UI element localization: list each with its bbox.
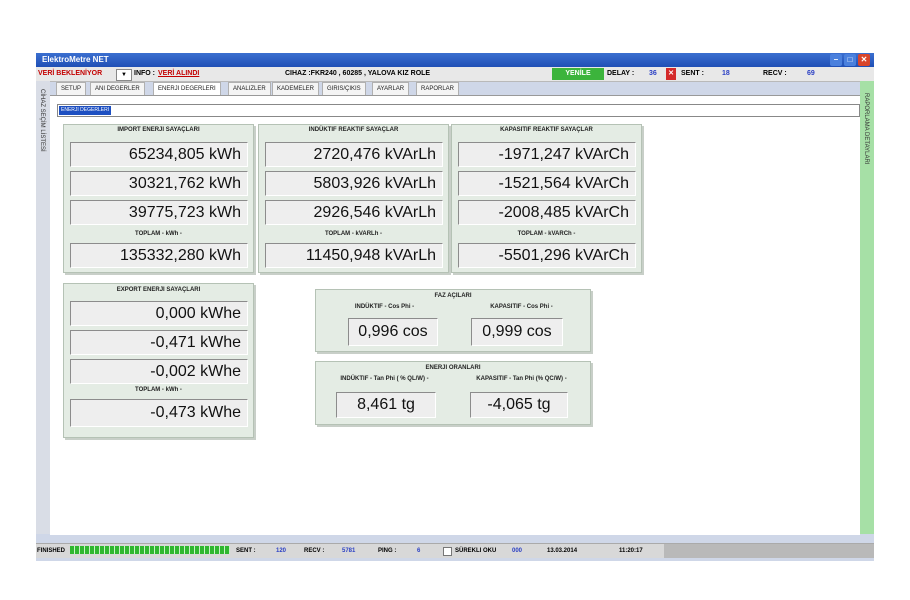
inductive-value-1: 2720,476 kVArLh: [265, 142, 443, 167]
device-info: CIHAZ :FKR240 , 60285 , YALOVA KIZ ROLE: [285, 70, 431, 77]
minimize-icon[interactable]: –: [830, 54, 842, 66]
import-title: IMPORT ENERJI SAYAÇLARI: [117, 127, 200, 133]
export-value-3: -0,002 kWhe: [70, 359, 248, 384]
delay-value: 36: [649, 70, 657, 77]
ratio-capacitive-label: KAPASITIF - Tan Phi (% QC/W) -: [476, 376, 567, 382]
inductive-value-3: 2926,546 kVArLh: [265, 200, 443, 225]
tab-raporlar[interactable]: RAPORLAR: [416, 82, 460, 95]
section-label: ENERJI DEGERLERI: [59, 106, 112, 115]
sent-value: 18: [722, 70, 730, 77]
capacitive-total-value: -5501,296 kVArCh: [458, 243, 636, 268]
device-list-panel[interactable]: CİHAZ SEÇİM LİSTESİ: [36, 81, 50, 534]
section-header: ENERJI DEGERLERI: [57, 104, 860, 117]
ratio-title: ENERJI ORANLARI: [425, 365, 481, 371]
tab-setup[interactable]: SETUP: [56, 82, 87, 95]
toolbar: VERİ BEKLENİYOR ▼ INFO : VERİ ALINDI CIH…: [36, 67, 874, 82]
capacitive-reactive-panel: KAPASITIF REAKTIF SAYAÇLAR -1971,247 kVA…: [451, 124, 642, 273]
ratio-inductive-label: INDÜKTIF - Tan Phi ( % QL/W) -: [340, 376, 429, 382]
close-icon[interactable]: ✕: [858, 54, 870, 66]
capacitive-value-2: -1521,564 kVArCh: [458, 171, 636, 196]
ratio-capacitive-value: -4,065 tg: [470, 392, 568, 418]
import-energy-panel: IMPORT ENERJI SAYAÇLARI 65234,805 kWh 30…: [63, 124, 254, 273]
info-label: INFO :: [134, 70, 155, 77]
window-title: ElektroMetre NET: [42, 55, 109, 64]
info-value-link[interactable]: VERİ ALINDI: [158, 67, 199, 81]
import-value-2: 30321,762 kWh: [70, 171, 248, 196]
phase-angles-panel: FAZ AÇILARI INDÜKTIF - Cos Phi - KAPASIT…: [315, 289, 591, 352]
recv-label: RECV :: [763, 70, 787, 77]
capacitive-total-label: TOPLAM - kVARCh -: [517, 231, 576, 237]
phase-inductive-label: INDÜKTIF - Cos Phi -: [354, 304, 415, 310]
phase-title: FAZ AÇILARI: [434, 293, 472, 299]
ping-value: 6: [417, 548, 421, 554]
refresh-button[interactable]: YENİLE: [552, 68, 604, 80]
delay-label: DELAY :: [607, 70, 635, 77]
tab-ayarlar[interactable]: AYARLAR: [372, 82, 410, 95]
continuous-read-label: SÜREKLI OKU: [455, 548, 497, 554]
import-value-3: 39775,723 kWh: [70, 200, 248, 225]
export-value-2: -0,471 kWhe: [70, 330, 248, 355]
export-value-1: 0,000 kWhe: [70, 301, 248, 326]
import-value-1: 65234,805 kWh: [70, 142, 248, 167]
energy-ratios-panel: ENERJI ORANLARI INDÜKTIF - Tan Phi ( % Q…: [315, 361, 591, 425]
capacitive-title: KAPASITIF REAKTIF SAYAÇLAR: [500, 127, 593, 133]
status-recv-value: 5781: [342, 548, 356, 554]
tab-ani-degerler[interactable]: ANI DEGERLER: [90, 82, 145, 95]
tab-kademeler[interactable]: KADEMELER: [272, 82, 320, 95]
inductive-value-2: 5803,926 kVArLh: [265, 171, 443, 196]
export-title: EXPORT ENERJI SAYAÇLARI: [116, 287, 201, 293]
stop-button[interactable]: ✕: [666, 68, 676, 80]
capacitive-value-3: -2008,485 kVArCh: [458, 200, 636, 225]
status-sent-label: SENT :: [236, 548, 256, 554]
report-details-panel[interactable]: RAPORLAMA DETAYLARI: [860, 81, 874, 534]
import-total-label: TOPLAM - kWh -: [135, 231, 182, 237]
status-filler: [664, 544, 874, 558]
status-time: 11:20:17: [619, 548, 643, 554]
export-total-value: -0,473 kWhe: [70, 399, 248, 427]
recv-value: 69: [807, 70, 815, 77]
title-bar: ElektroMetre NET – □ ✕: [36, 53, 874, 67]
status-recv-label: RECV :: [304, 548, 325, 554]
ratio-inductive-value: 8,461 tg: [336, 392, 436, 418]
ping-label: PING :: [378, 548, 397, 554]
tab-giris-cikis[interactable]: GIRIS/ÇIKIS: [322, 82, 366, 95]
status-dropdown[interactable]: ▼: [116, 69, 132, 81]
maximize-icon[interactable]: □: [844, 54, 856, 66]
status-sent-value: 120: [276, 548, 287, 554]
phase-capacitive-value: 0,999 cos: [471, 318, 563, 346]
capacitive-value-1: -1971,247 kVArCh: [458, 142, 636, 167]
device-list-label: CİHAZ SEÇİM LİSTESİ: [39, 89, 45, 152]
sent-label: SENT :: [681, 70, 704, 77]
tab-analizler[interactable]: ANALIZLER: [228, 82, 271, 95]
connection-status: VERİ BEKLENİYOR: [38, 70, 103, 77]
progress-bar: [70, 546, 230, 554]
inductive-total-label: TOPLAM - kVARLh -: [324, 231, 383, 237]
phase-inductive-value: 0,996 cos: [348, 318, 438, 346]
inductive-title: INDÜKTIF REAKTIF SAYAÇLAR: [308, 127, 399, 133]
export-energy-panel: EXPORT ENERJI SAYAÇLARI 0,000 kWhe -0,47…: [63, 283, 254, 438]
status-date: 13.03.2014: [547, 548, 578, 554]
export-total-label: TOPLAM - kWh -: [135, 387, 182, 393]
continuous-read-value: 000: [512, 548, 523, 554]
report-details-label: RAPORLAMA DETAYLARI: [863, 93, 869, 165]
import-total-value: 135332,280 kWh: [70, 243, 248, 268]
finished-label: FINISHED: [37, 548, 66, 554]
continuous-read-checkbox[interactable]: [443, 547, 452, 556]
phase-capacitive-label: KAPASITIF - Cos Phi -: [490, 304, 553, 310]
inductive-reactive-panel: INDÜKTIF REAKTIF SAYAÇLAR 2720,476 kVArL…: [258, 124, 449, 273]
inductive-total-value: 11450,948 kVArLh: [265, 243, 443, 268]
tab-enerji-degerleri[interactable]: ENERJI DEGERLERI: [153, 82, 221, 96]
